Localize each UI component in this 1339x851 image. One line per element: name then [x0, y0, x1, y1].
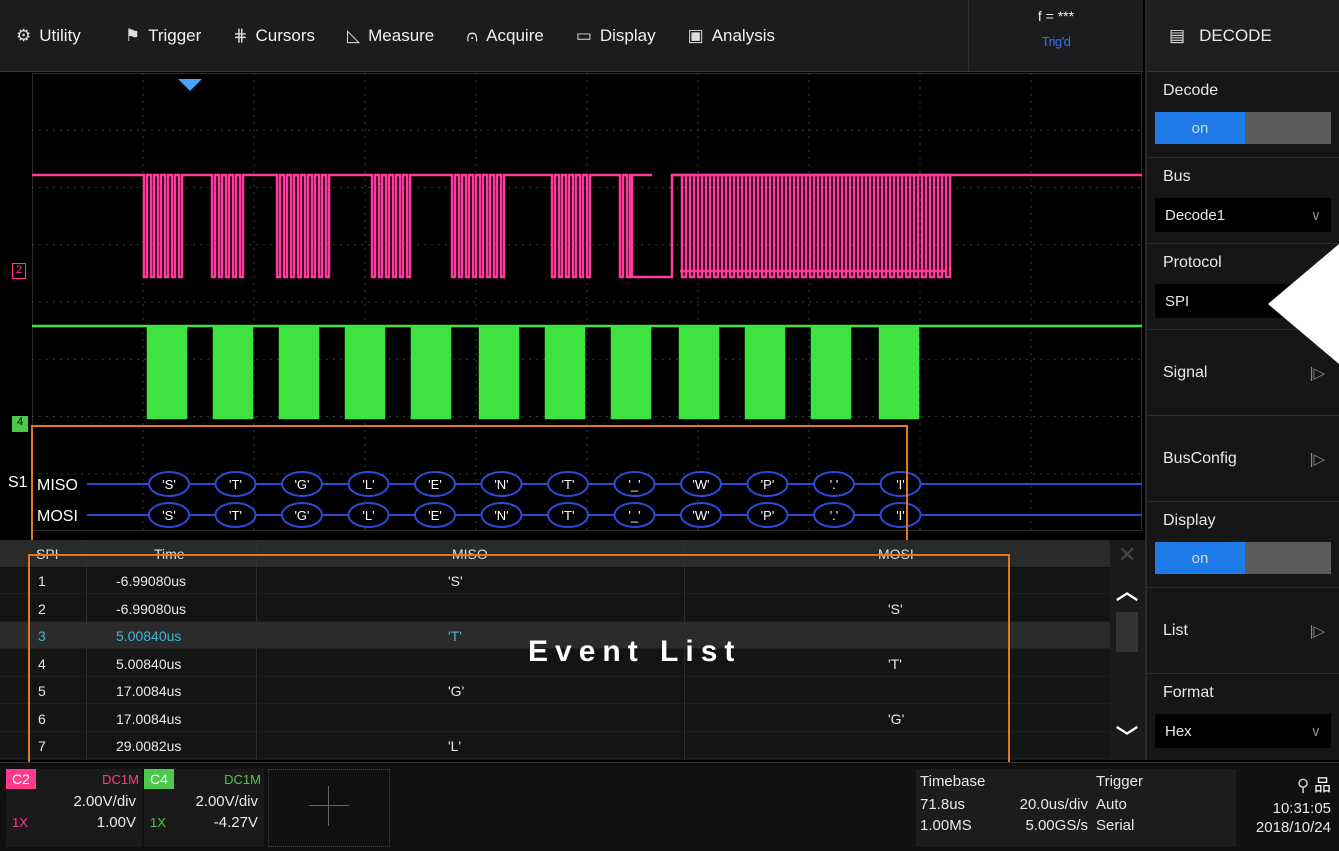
- menu-measure[interactable]: ◺ Measure: [331, 0, 450, 72]
- event-list-scrollbar[interactable]: ✕ ︿ ﹀: [1110, 540, 1145, 760]
- decode-menu-panel: ▤ DECODE Decode on Bus Decode1 ∨ Protocol …: [1145, 0, 1339, 760]
- usb-network-icon: ⚲ 品: [1296, 776, 1331, 795]
- menu-analysis-label: Analysis: [711, 25, 775, 45]
- event-list-title: Event List: [528, 635, 742, 668]
- submenu-arrow-icon: |▷: [1309, 450, 1325, 468]
- ch4-scale: 2.00V/div: [195, 793, 258, 810]
- frequency-value: f = ***: [1037, 8, 1075, 24]
- chevron-down-icon: ∨: [1310, 722, 1321, 739]
- scroll-up-icon[interactable]: ︿: [1116, 574, 1138, 606]
- trigger-position-marker[interactable]: [178, 79, 202, 91]
- event-list: SPI Time MISO MOSI 1 -6.99080us 'S' 2 -6.990…: [0, 540, 1145, 768]
- display-toggle-on: on: [1155, 542, 1245, 574]
- ch2-info[interactable]: C2 DC1M 2.00V/div 1X 1.00V: [6, 769, 142, 847]
- trigger-label: Trigger: [1096, 773, 1143, 790]
- format-section[interactable]: Format Hex ∨: [1147, 674, 1339, 760]
- ch4-probe: 1X: [150, 815, 166, 830]
- memory-depth: 1.00MS: [920, 817, 972, 834]
- plus-icon: [309, 786, 349, 826]
- panel-title: DECODE: [1199, 25, 1272, 45]
- ch2-probe: 1X: [12, 815, 28, 830]
- menu-utility[interactable]: ⚙ Utility: [0, 0, 97, 72]
- measure-icon: ◺: [347, 25, 361, 45]
- format-select[interactable]: Hex ∨: [1155, 714, 1331, 748]
- timebase-delay: 71.8us: [920, 796, 966, 813]
- menu-measure-label: Measure: [368, 25, 435, 45]
- analysis-icon: ▣: [687, 25, 704, 45]
- ch2-name: C2: [6, 769, 36, 789]
- gear-icon: ⚙: [16, 25, 32, 45]
- clock-date: 2018/10/24: [1255, 819, 1331, 836]
- decode-section[interactable]: Decode on: [1147, 72, 1339, 158]
- menu-trigger[interactable]: ⚑ Trigger: [109, 0, 217, 72]
- decode-toggle-on: on: [1155, 112, 1245, 144]
- busconfig-button[interactable]: BusConfig |▷: [1147, 416, 1339, 502]
- format-select-value: Hex: [1165, 722, 1192, 740]
- menu-acquire-label: Acquire: [486, 25, 544, 45]
- bus-label: Bus: [1163, 168, 1191, 185]
- signal-label: Signal: [1163, 363, 1208, 381]
- menu-analysis[interactable]: ▣ Analysis: [672, 0, 791, 72]
- menu-utility-label: Utility: [39, 25, 81, 45]
- bus-select-value: Decode1: [1165, 206, 1226, 224]
- timebase-info[interactable]: Timebase 71.8us 20.0us/div 1.00MS 5.00GS/s: [916, 769, 1092, 847]
- sample-rate: 5.00GS/s: [1025, 817, 1088, 834]
- decode-label: Decode: [1163, 82, 1219, 99]
- ch4-level-marker[interactable]: 4: [12, 416, 28, 432]
- add-channel-button[interactable]: [268, 769, 390, 847]
- display-label: Display: [1163, 512, 1216, 529]
- ch2-level-marker[interactable]: 2: [12, 263, 26, 279]
- ch2-scale: 2.00V/div: [73, 793, 136, 810]
- scroll-thumb[interactable]: [1116, 612, 1138, 652]
- display-section[interactable]: Display on: [1147, 502, 1339, 588]
- ch2-offset: 1.00V: [96, 814, 136, 831]
- menu-cursors[interactable]: ⋕ Cursors: [217, 0, 331, 72]
- status-bar: C2 DC1M 2.00V/div 1X 1.00V C4 DC1M 2.00V/di…: [0, 762, 1339, 851]
- trigger-mode: Auto: [1096, 796, 1127, 813]
- close-icon[interactable]: ✕: [1118, 542, 1136, 568]
- submenu-arrow-icon: |▷: [1309, 622, 1325, 640]
- timebase-label: Timebase: [920, 773, 986, 790]
- scroll-down-icon[interactable]: ﹀: [1116, 720, 1138, 752]
- document-icon: ▤: [1169, 25, 1186, 45]
- busconfig-label: BusConfig: [1163, 449, 1237, 467]
- acquire-icon: ⩀: [466, 25, 479, 45]
- ch2-coupling: DC1M: [102, 772, 139, 787]
- protocol-select-value: SPI: [1165, 292, 1190, 310]
- list-button[interactable]: List |▷: [1147, 588, 1339, 674]
- system-info: ⚲ 品 10:31:05 2018/10/24: [1240, 769, 1339, 847]
- trigger-state: Trig'd: [1041, 34, 1071, 49]
- list-label: List: [1163, 621, 1188, 639]
- bus-section[interactable]: Bus Decode1 ∨: [1147, 158, 1339, 244]
- ch4-offset: -4.27V: [213, 814, 258, 831]
- panel-header: ▤ DECODE: [1147, 0, 1339, 72]
- callout-arrow: [1268, 244, 1339, 364]
- menu-cursors-label: Cursors: [255, 25, 316, 45]
- format-label: Format: [1163, 684, 1214, 701]
- display-toggle[interactable]: on: [1155, 542, 1331, 574]
- ch4-name: C4: [144, 769, 174, 789]
- submenu-arrow-icon: |▷: [1309, 364, 1325, 382]
- flag-icon: ⚑: [124, 25, 141, 45]
- top-menu-bar: ⚙ Utility ⚑ Trigger ⋕ Cursors ◺ Measure ⩀ Acq…: [0, 0, 1143, 72]
- chevron-down-icon: ∨: [1310, 206, 1321, 223]
- ch4-coupling: DC1M: [224, 772, 261, 787]
- menu-display-label: Display: [599, 25, 656, 45]
- menu-acquire[interactable]: ⩀ Acquire: [450, 0, 560, 72]
- cursors-icon: ⋕: [233, 25, 248, 45]
- menu-trigger-label: Trigger: [148, 25, 202, 45]
- clock-time: 10:31:05: [1272, 800, 1331, 817]
- menu-display[interactable]: ▭ Display: [560, 0, 672, 72]
- bus-select[interactable]: Decode1 ∨: [1155, 198, 1331, 232]
- trigger-info[interactable]: Trigger Auto Serial: [1092, 769, 1236, 847]
- ch4-info[interactable]: C4 DC1M 2.00V/div 1X -4.27V: [144, 769, 264, 847]
- event-list-highlight-box: [28, 554, 1010, 768]
- decode-toggle[interactable]: on: [1155, 112, 1331, 144]
- bus-name: S1: [8, 474, 28, 491]
- frequency-readout: f = *** Trig'd: [968, 0, 1143, 72]
- decode-highlight-box: [31, 425, 908, 547]
- display-icon: ▭: [575, 25, 592, 45]
- trigger-type: Serial: [1096, 817, 1135, 834]
- timebase-scale: 20.0us/div: [1019, 796, 1088, 813]
